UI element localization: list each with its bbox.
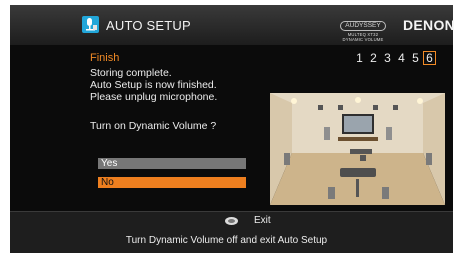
auto-setup-screen: AUTO SETUP AUDYSSEY MULTEQ XT32 DYNAMIC … (10, 5, 456, 253)
auto-setup-mic-icon (82, 16, 99, 33)
step-title: Finish (90, 52, 120, 64)
enter-button-icon (225, 217, 238, 225)
speaker-room-illustration (270, 93, 445, 205)
message-line-1: Storing complete. (90, 67, 172, 79)
step-4: 4 (398, 51, 405, 65)
message-line-2: Auto Setup is now finished. (90, 79, 217, 91)
status-message: Storing complete. Auto Setup is now fini… (90, 67, 217, 103)
step-1: 1 (356, 51, 363, 65)
audyssey-brand: AUDYSSEY (340, 21, 386, 31)
denon-logo: DENON (403, 17, 456, 33)
step-3: 3 (384, 51, 391, 65)
page-title: AUTO SETUP (106, 18, 191, 33)
dynamic-volume-question: Turn on Dynamic Volume ? (90, 120, 217, 132)
option-yes[interactable]: Yes (98, 158, 246, 169)
footer-bar: Exit Turn Dynamic Volume off and exit Au… (10, 212, 453, 253)
exit-label: Exit (254, 215, 271, 226)
audyssey-sub2: DYNAMIC VOLUME (342, 37, 384, 42)
header-bar: AUTO SETUP AUDYSSEY MULTEQ XT32 DYNAMIC … (10, 5, 456, 45)
room-svg (270, 93, 445, 205)
step-6-current: 6 (423, 51, 436, 65)
audyssey-logo: AUDYSSEY MULTEQ XT32 DYNAMIC VOLUME (332, 14, 394, 42)
footer-hint: Turn Dynamic Volume off and exit Auto Se… (125, 235, 328, 246)
step-5: 5 (412, 51, 419, 65)
option-no-selected[interactable]: No (98, 177, 246, 188)
message-line-3: Please unplug microphone. (90, 91, 218, 103)
step-2: 2 (370, 51, 377, 65)
step-indicator: 1 2 3 4 5 6 (353, 51, 436, 65)
